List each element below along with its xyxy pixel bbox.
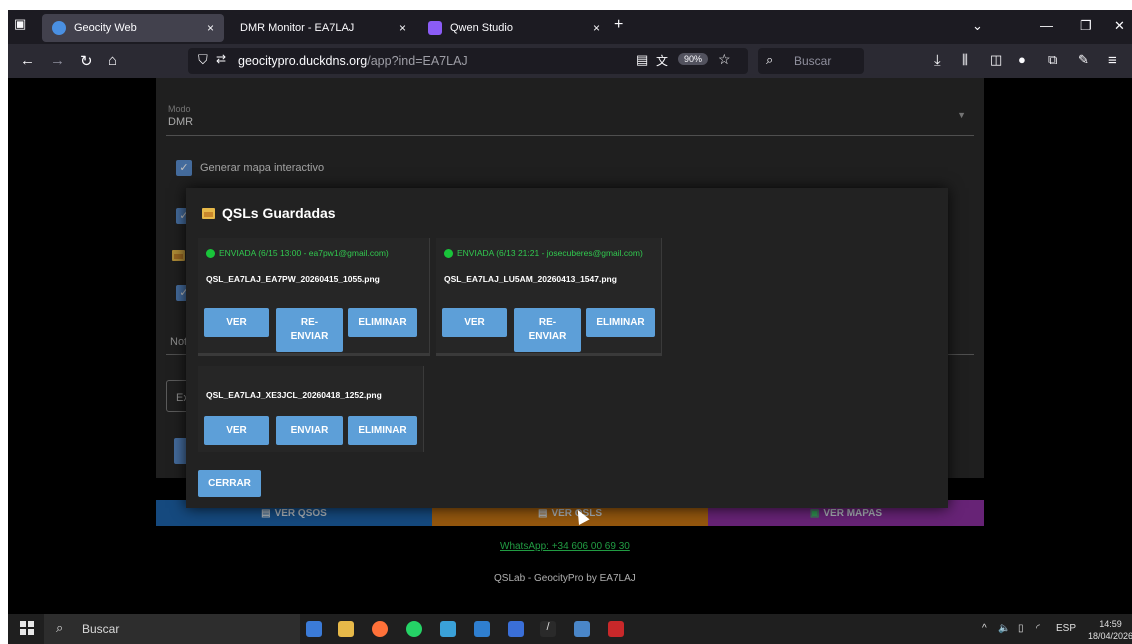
close-tab-icon[interactable]: × [399,21,406,35]
tab-list-chevron-icon[interactable]: ⌄ [972,18,983,34]
status-dot-icon [206,248,215,258]
tab-geocity-web[interactable]: Geocity Web × [42,14,224,42]
browser-chrome: ▣ Geocity Web × DMR Monitor - EA7LAJ × Q… [8,10,1132,78]
tray-chevron-icon[interactable]: ^ [982,623,987,634]
wifi-icon[interactable]: ◜ [1036,623,1040,634]
taskbar-search[interactable]: ⌕ Buscar [44,614,300,644]
qsl-card: QSL_EA7LAJ_XE3JCL_20260418_1252.png VER … [198,366,424,452]
taskbar-search-placeholder: Buscar [82,622,120,636]
close-modal-button[interactable]: CERRAR [198,470,261,497]
tab-overview-icon[interactable]: ▣ [14,16,26,32]
minimize-button[interactable]: — [1040,18,1053,33]
account-icon[interactable]: ● [1018,52,1026,67]
app-icon-5[interactable] [440,621,456,637]
task-view-icon[interactable] [306,621,322,637]
file-explorer-icon[interactable] [338,621,354,637]
qwen-logo-icon [428,21,442,35]
home-icon[interactable]: ⌂ [108,52,117,69]
view-button[interactable]: VER [204,416,269,445]
tab-title: Geocity Web [74,22,137,34]
delete-button[interactable]: ELIMINAR [348,308,417,337]
app-icon-10[interactable] [608,621,624,637]
qsl-card: ENVIADA (6/15 13:00 - ea7pw1@gmail.com) … [198,238,430,356]
sent-status: ENVIADA (6/15 13:00 - ea7pw1@gmail.com) [206,248,389,258]
url-domain: geocitypro.duckdns.org [238,54,368,68]
tab-dmr-monitor[interactable]: DMR Monitor - EA7LAJ × [230,14,416,42]
status-text: ENVIADA (6/15 13:00 - ea7pw1@gmail.com) [219,248,389,258]
tab-title: DMR Monitor - EA7LAJ [240,22,355,34]
search-placeholder: Buscar [794,54,832,68]
modal-title: QSLs Guardadas [222,205,336,221]
restore-button[interactable]: ❐ [1080,18,1092,34]
search-icon: ⌕ [766,52,774,67]
globe-icon [52,21,66,35]
pen-icon[interactable]: ✎ [1078,52,1089,68]
qsl-filename: QSL_EA7LAJ_EA7PW_20260415_1055.png [206,274,380,284]
pen-app-icon[interactable]: / [540,621,556,637]
windows-taskbar: ⌕ Buscar / ^ 🔈 ▯ ◜ ESP 14:59 18/04/2026 [8,614,1132,644]
shield-icon[interactable]: ⛉ [198,52,208,68]
tab-title: Qwen Studio [450,22,513,34]
close-tab-icon[interactable]: × [207,21,214,35]
url-text[interactable]: geocitypro.duckdns.org/app?ind=EA7LAJ [238,54,468,68]
status-dot-icon [444,248,453,258]
back-arrow-icon[interactable]: ← [20,52,35,69]
sidebar-icon[interactable]: ◫ [990,52,1002,68]
navigation-bar: ← → ↻ ⌂ ⛉ ⇄ geocitypro.duckdns.org/app?i… [8,44,1132,78]
reload-icon[interactable]: ↻ [80,52,93,70]
whatsapp-app-icon[interactable] [406,621,422,637]
web-page: Modo DMR ▼ ✓ Generar mapa interactivo ✓ … [8,78,1132,614]
volume-icon[interactable]: 🔈 [998,623,1010,634]
downloads-icon[interactable]: ⤓ [934,52,941,69]
tab-strip: ▣ Geocity Web × DMR Monitor - EA7LAJ × Q… [8,10,1132,44]
battery-icon[interactable]: ▯ [1018,623,1024,634]
folder-icon [202,208,215,219]
close-tab-icon[interactable]: × [593,21,600,35]
clock-date: 18/04/2026 [1088,631,1132,641]
translate-icon[interactable]: 文 [656,52,668,69]
search-bar[interactable]: ⌕ Buscar [758,48,864,74]
menu-icon[interactable]: ≡ [1108,52,1117,69]
bookmark-star-icon[interactable]: ☆ [718,51,731,68]
clock-time: 14:59 [1099,619,1122,629]
taskbar-clock[interactable]: 14:59 18/04/2026 [1088,618,1132,642]
status-text: ENVIADA (6/13 21:21 - josecuberes@gmail.… [457,248,643,258]
saved-qsls-modal: QSLs Guardadas ENVIADA (6/15 13:00 - ea7… [186,188,948,508]
resend-button[interactable]: RE-ENVIAR [276,308,343,352]
close-window-button[interactable]: ✕ [1114,18,1125,34]
permissions-icon[interactable]: ⇄ [216,52,226,66]
app-icon-6[interactable] [474,621,490,637]
tab-qwen-studio[interactable]: Qwen Studio × [418,14,610,42]
new-tab-button[interactable]: + [614,16,623,34]
app-icon-9[interactable] [574,621,590,637]
app-icon-7[interactable] [508,621,524,637]
url-path: /app?ind=EA7LAJ [367,54,468,68]
firefox-icon[interactable] [372,621,388,637]
address-bar[interactable]: ⛉ ⇄ geocitypro.duckdns.org/app?ind=EA7LA… [188,48,748,74]
delete-button[interactable]: ELIMINAR [586,308,655,337]
qsl-card: ENVIADA (6/13 21:21 - josecuberes@gmail.… [436,238,662,356]
sent-status: ENVIADA (6/13 21:21 - josecuberes@gmail.… [444,248,643,258]
extensions-icon[interactable]: ⧉ [1048,52,1057,68]
search-icon: ⌕ [56,620,64,635]
delete-button[interactable]: ELIMINAR [348,416,417,445]
reader-view-icon[interactable]: ▤ [636,52,648,68]
view-button[interactable]: VER [442,308,507,337]
send-button[interactable]: ENVIAR [276,416,343,445]
library-icon[interactable]: ⫼ [962,52,968,68]
language-indicator[interactable]: ESP [1056,623,1076,634]
forward-arrow-icon[interactable]: → [50,52,65,69]
zoom-level-badge[interactable]: 90% [678,53,709,65]
windows-start-icon[interactable] [20,621,34,635]
view-button[interactable]: VER [204,308,269,337]
qsl-filename: QSL_EA7LAJ_XE3JCL_20260418_1252.png [206,390,382,400]
qsl-filename: QSL_EA7LAJ_LU5AM_20260413_1547.png [444,274,617,284]
resend-button[interactable]: RE-ENVIAR [514,308,581,352]
